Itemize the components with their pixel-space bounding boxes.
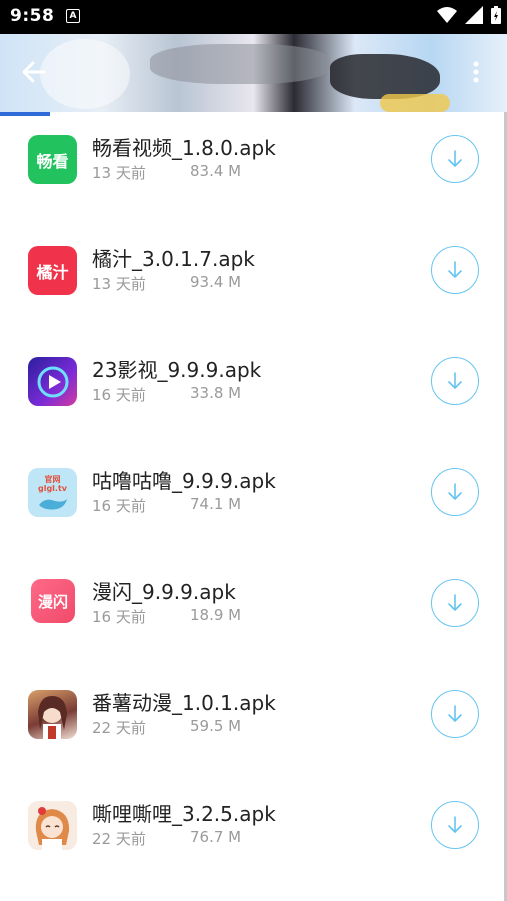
play-logo-icon bbox=[37, 366, 68, 397]
app-icon: 官网 glgl.tv bbox=[28, 468, 77, 517]
file-size: 18.9 M bbox=[190, 606, 242, 624]
download-arrow-icon bbox=[448, 816, 462, 833]
file-name: 嘶哩嘶哩_3.2.5.apk bbox=[92, 802, 276, 826]
download-button[interactable] bbox=[431, 135, 479, 183]
signal-icon bbox=[465, 6, 483, 24]
download-arrow-icon bbox=[448, 261, 462, 278]
file-name: 漫闪_9.9.9.apk bbox=[92, 580, 236, 604]
app-icon bbox=[28, 801, 77, 850]
download-arrow-icon bbox=[448, 483, 462, 500]
app-icon-label: 官网 glgl.tv bbox=[37, 474, 67, 493]
app-icon-label: 橘汁 bbox=[36, 262, 69, 282]
file-size: 33.8 M bbox=[190, 384, 242, 402]
more-button[interactable] bbox=[466, 58, 486, 88]
file-size: 83.4 M bbox=[190, 162, 242, 180]
battery-icon bbox=[491, 6, 501, 24]
notification-badge: A bbox=[66, 9, 80, 23]
list-item[interactable]: 橘汁 橘汁_3.0.1.7.apk 13 天前 93.4 M bbox=[0, 227, 504, 338]
banner-art-hair bbox=[150, 44, 330, 84]
back-button[interactable] bbox=[20, 58, 56, 88]
list-item[interactable]: 畅看 畅看视频_1.8.0.apk 13 天前 83.4 M bbox=[0, 116, 504, 227]
file-name: 畅看视频_1.8.0.apk bbox=[92, 136, 276, 160]
file-time: 16 天前 bbox=[92, 608, 146, 626]
download-button[interactable] bbox=[431, 468, 479, 516]
wifi-icon bbox=[437, 7, 457, 23]
list-item[interactable]: 嘶哩嘶哩_3.2.5.apk 22 天前 76.7 M bbox=[0, 782, 504, 893]
download-arrow-icon bbox=[448, 594, 462, 611]
list-item[interactable]: 番薯动漫_1.0.1.apk 22 天前 59.5 M bbox=[0, 671, 504, 782]
file-size: 93.4 M bbox=[190, 273, 242, 291]
file-time: 13 天前 bbox=[92, 164, 146, 182]
list-item[interactable]: 官网 glgl.tv 咕噜咕噜_9.9.9.apk 16 天前 74.1 M bbox=[0, 449, 504, 560]
more-vertical-icon bbox=[473, 61, 479, 83]
whale-icon bbox=[38, 498, 67, 509]
app-icon bbox=[28, 690, 77, 739]
download-button[interactable] bbox=[431, 801, 479, 849]
app-icon: 漫闪 bbox=[31, 579, 75, 623]
file-size: 74.1 M bbox=[190, 495, 242, 513]
download-arrow-icon bbox=[448, 705, 462, 722]
status-icons bbox=[437, 6, 501, 24]
file-name: 橘汁_3.0.1.7.apk bbox=[92, 247, 255, 271]
list-item[interactable]: 23影视_9.9.9.apk 16 天前 33.8 M bbox=[0, 338, 504, 449]
status-bar: 9:58 A bbox=[0, 0, 507, 34]
download-arrow-icon bbox=[448, 150, 462, 167]
header-banner bbox=[0, 34, 507, 112]
file-time: 13 天前 bbox=[92, 275, 146, 293]
file-size: 76.7 M bbox=[190, 828, 242, 846]
file-time: 16 天前 bbox=[92, 497, 146, 515]
app-icon-label: 漫闪 bbox=[37, 592, 68, 611]
app-icon bbox=[28, 357, 77, 406]
app-icon: 畅看 bbox=[28, 135, 77, 184]
file-name: 咕噜咕噜_9.9.9.apk bbox=[92, 469, 276, 493]
arrow-back-icon bbox=[22, 61, 46, 83]
file-time: 22 天前 bbox=[92, 830, 146, 848]
file-name: 23影视_9.9.9.apk bbox=[92, 358, 262, 382]
file-time: 22 天前 bbox=[92, 719, 146, 737]
file-time: 16 天前 bbox=[92, 386, 146, 404]
anime-avatar-icon bbox=[38, 696, 67, 739]
anime-girl-icon bbox=[35, 807, 70, 850]
download-button[interactable] bbox=[431, 246, 479, 294]
download-button[interactable] bbox=[431, 357, 479, 405]
file-size: 59.5 M bbox=[190, 717, 242, 735]
app-icon: 橘汁 bbox=[28, 246, 77, 295]
download-button[interactable] bbox=[431, 690, 479, 738]
list-item[interactable]: 漫闪 漫闪_9.9.9.apk 16 天前 18.9 M bbox=[0, 560, 504, 671]
file-name: 番薯动漫_1.0.1.apk bbox=[92, 691, 276, 715]
banner-art-accent bbox=[380, 94, 450, 112]
download-arrow-icon bbox=[448, 372, 462, 389]
app-icon-label: 畅看 bbox=[36, 151, 69, 171]
status-time: 9:58 bbox=[10, 6, 55, 26]
download-button[interactable] bbox=[431, 579, 479, 627]
banner-art-dark bbox=[330, 54, 440, 99]
